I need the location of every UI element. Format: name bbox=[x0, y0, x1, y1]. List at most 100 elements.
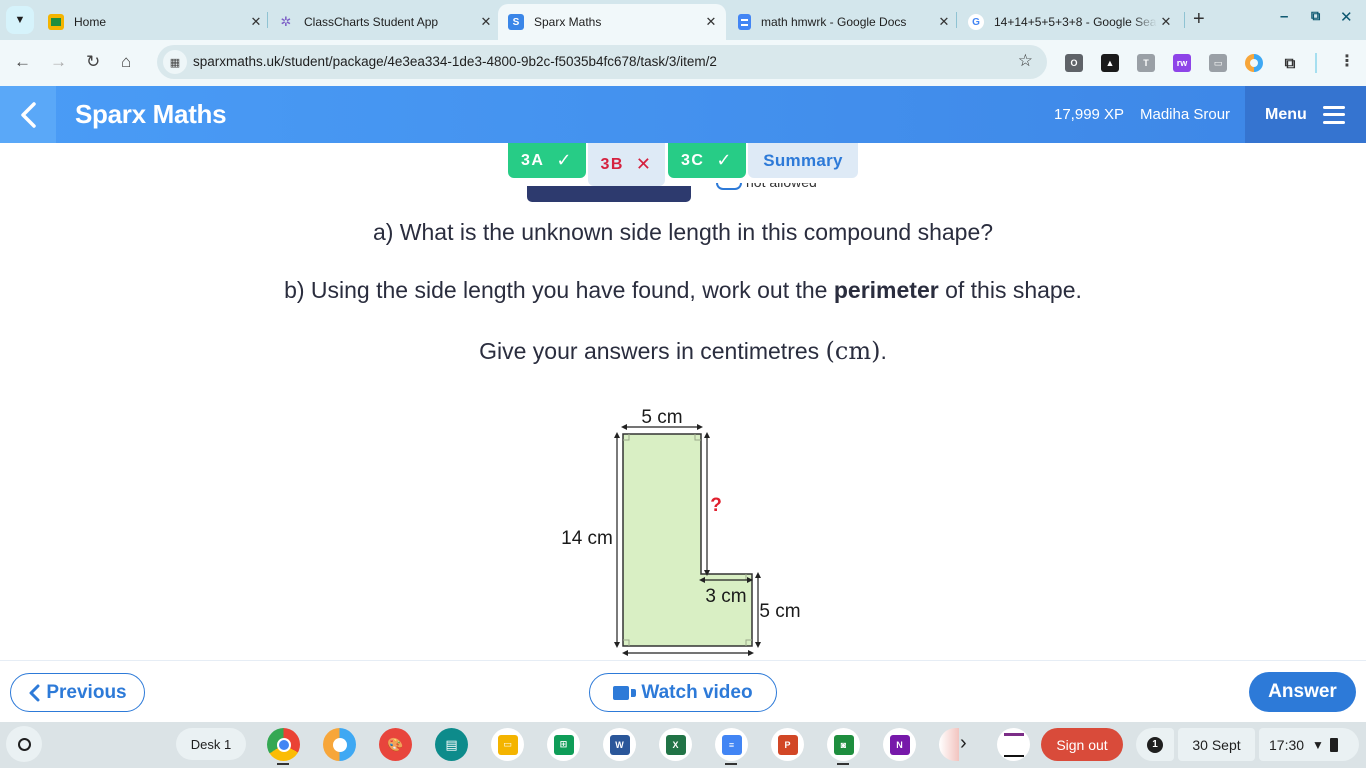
close-tab-icon[interactable]: ✕ bbox=[477, 14, 495, 30]
partially-hidden-app-icon[interactable] bbox=[939, 728, 959, 761]
task-tab-3a[interactable]: 3A ✓ bbox=[508, 143, 586, 178]
launcher-circle-icon bbox=[17, 737, 31, 751]
previous-button[interactable]: Previous bbox=[10, 673, 145, 712]
task-tab-label: 3C bbox=[680, 151, 705, 169]
question-part-b: b) Using the side length you have found,… bbox=[0, 277, 1366, 304]
inkscape-extension-icon[interactable]: ▲ bbox=[1101, 54, 1119, 72]
user-name[interactable]: Madiha Srour bbox=[1140, 106, 1230, 123]
close-tab-icon[interactable]: ✕ bbox=[1157, 14, 1175, 30]
circle-app-icon[interactable] bbox=[323, 728, 356, 761]
chevron-down-icon: ▼ bbox=[14, 14, 26, 26]
answer-label: Answer bbox=[1268, 681, 1337, 702]
date-button[interactable]: 30 Sept bbox=[1178, 728, 1255, 761]
shelf-overflow-chevron-icon[interactable]: › bbox=[960, 732, 967, 755]
bookmark-star-icon[interactable]: ☆ bbox=[1018, 51, 1033, 71]
running-indicator bbox=[725, 763, 737, 765]
tab-title: ClassCharts Student App bbox=[304, 15, 439, 29]
desk-button[interactable]: Desk 1 bbox=[176, 728, 246, 760]
question-part-b-text: b) Using the side length you have found,… bbox=[284, 277, 834, 303]
calculator-hint-text: not allowed bbox=[746, 183, 817, 190]
outlook-extension-icon[interactable]: O bbox=[1065, 54, 1083, 72]
answer-button[interactable]: Answer bbox=[1249, 672, 1356, 712]
watch-video-button[interactable]: Watch video bbox=[589, 673, 777, 712]
browser-menu-button[interactable]: ⋮ bbox=[1339, 51, 1355, 71]
tab-home[interactable]: Home ✕ bbox=[40, 4, 265, 40]
browser-toolbar: ← → ↻ ⌂ ▦ sparxmaths.uk/student/package/… bbox=[0, 40, 1366, 86]
task-tab-label: Summary bbox=[763, 150, 843, 170]
url-text[interactable]: sparxmaths.uk/student/package/4e3ea334-1… bbox=[193, 54, 717, 69]
sparx-menu-button[interactable]: Menu bbox=[1245, 86, 1366, 143]
site-info-icon[interactable]: ▦ bbox=[163, 50, 187, 74]
close-tab-icon[interactable]: ✕ bbox=[935, 14, 953, 30]
label-top: 5 cm bbox=[641, 407, 682, 428]
tab-title: math hmwrk - Google Docs bbox=[761, 15, 907, 29]
task-tab-3b[interactable]: 3B ✕ bbox=[588, 143, 665, 186]
question-part-a: a) What is the unknown side length in th… bbox=[372, 219, 994, 245]
xp-counter: 17,999 XP bbox=[1054, 106, 1125, 123]
toolbar-separator bbox=[1315, 53, 1317, 73]
cross-icon: ✕ bbox=[635, 154, 653, 174]
classcharts-icon: ✲ bbox=[280, 14, 292, 29]
notification-count-badge: 1 bbox=[1147, 736, 1163, 753]
question-emphasis: perimeter bbox=[833, 277, 939, 303]
powerpoint-app-icon[interactable]: P bbox=[771, 728, 804, 761]
notification-center-button[interactable]: 1 bbox=[1136, 728, 1174, 761]
tab-google-search[interactable]: G 14+14+5+5+3+8 - Google Search ✕ bbox=[960, 4, 1175, 40]
tab-search-button[interactable]: ▼ bbox=[6, 6, 34, 34]
task-tab-summary[interactable]: Summary bbox=[748, 143, 858, 178]
watch-video-label: Watch video bbox=[641, 681, 753, 703]
close-window-button[interactable]: ✕ bbox=[1340, 8, 1353, 26]
back-button[interactable]: ← bbox=[14, 52, 31, 72]
forward-button[interactable]: → bbox=[50, 52, 67, 72]
readwrite-extension-icon[interactable]: rw bbox=[1173, 54, 1191, 72]
extensions-puzzle-icon[interactable]: ⧉ bbox=[1281, 54, 1299, 72]
tab-title: 14+14+5+5+3+8 - Google Search bbox=[994, 15, 1157, 29]
hamburger-icon bbox=[1322, 105, 1345, 124]
os-shelf: Desk 1 🎨 ▤ ▭ ⊞ W X ≡ P ◙ N › Sign out 1 30 Sept 1… bbox=[0, 722, 1366, 768]
new-tab-button[interactable]: + bbox=[1193, 8, 1205, 31]
launcher-button[interactable] bbox=[6, 726, 42, 762]
paint-app-icon[interactable]: 🎨 bbox=[379, 728, 412, 761]
chevron-left-icon bbox=[21, 101, 36, 128]
google-docs-app-icon[interactable]: ≡ bbox=[715, 728, 748, 761]
clock-time: 17:30 bbox=[1269, 736, 1305, 753]
pinned-document-app-icon[interactable] bbox=[997, 728, 1030, 761]
tab-sparx-maths[interactable]: S Sparx Maths ✕ bbox=[498, 4, 726, 40]
excel-app-icon[interactable]: X bbox=[659, 728, 692, 761]
google-classroom-app-icon[interactable]: ◙ bbox=[827, 728, 860, 761]
minimize-window-button[interactable]: – bbox=[1280, 8, 1288, 25]
task-tab-3c[interactable]: 3C ✓ bbox=[668, 143, 746, 178]
google-docs-icon bbox=[738, 14, 751, 30]
l-shape bbox=[622, 433, 753, 647]
close-tab-icon[interactable]: ✕ bbox=[247, 14, 265, 30]
sparx-back-button[interactable] bbox=[0, 86, 56, 143]
address-bar[interactable]: ▦ sparxmaths.uk/student/package/4e3ea334… bbox=[157, 45, 1047, 79]
label-step: 3 cm bbox=[705, 586, 746, 607]
google-icon: G bbox=[968, 14, 984, 30]
tab-google-docs[interactable]: math hmwrk - Google Docs ✕ bbox=[728, 4, 953, 40]
news-app-icon[interactable]: ▤ bbox=[435, 728, 468, 761]
chrome-app-icon[interactable] bbox=[267, 728, 300, 761]
cast-extension-icon[interactable]: ▭ bbox=[1209, 54, 1227, 72]
google-slides-icon[interactable]: ▭ bbox=[491, 728, 524, 761]
sign-out-button[interactable]: Sign out bbox=[1041, 728, 1123, 761]
tab-separator bbox=[267, 12, 268, 28]
home-button[interactable]: ⌂ bbox=[121, 52, 131, 72]
scrolled-content-bar bbox=[527, 186, 691, 202]
reload-button[interactable]: ↻ bbox=[86, 52, 100, 72]
sparx-icon: S bbox=[508, 14, 524, 30]
video-camera-icon bbox=[613, 685, 637, 700]
teams-extension-icon[interactable]: T bbox=[1137, 54, 1155, 72]
tab-classcharts[interactable]: ✲ ClassCharts Student App ✕ bbox=[270, 4, 495, 40]
restore-window-button[interactable]: ⧉ bbox=[1311, 8, 1320, 24]
status-tray-button[interactable]: 17:30 ▼ bbox=[1259, 728, 1359, 761]
google-sheets-icon[interactable]: ⊞ bbox=[547, 728, 580, 761]
onenote-app-icon[interactable]: N bbox=[883, 728, 916, 761]
wifi-icon: ▼ bbox=[1312, 737, 1324, 752]
circle-extension-icon[interactable] bbox=[1245, 54, 1263, 72]
document-thumbnail-icon bbox=[1003, 732, 1024, 757]
more-vertical-icon: ⋮ bbox=[1339, 53, 1355, 70]
word-app-icon[interactable]: W bbox=[603, 728, 636, 761]
units-math: (cm) bbox=[825, 337, 881, 365]
close-tab-icon[interactable]: ✕ bbox=[702, 14, 720, 30]
